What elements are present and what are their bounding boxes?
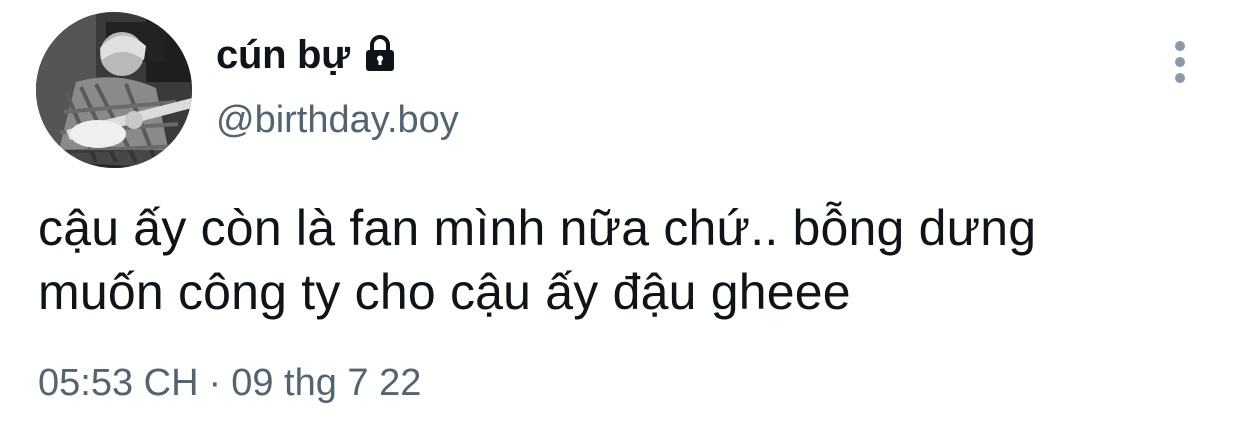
avatar-image bbox=[36, 12, 192, 168]
tweet-timestamp[interactable]: 05:53 CH · 09 thg 7 22 bbox=[38, 358, 421, 408]
tweet-time: 05:53 CH bbox=[38, 362, 199, 404]
tweet-text-line: cậu ấy còn là fan mình nữa chứ.. bỗng dư… bbox=[38, 200, 1037, 256]
tweet-text: cậu ấy còn là fan mình nữa chứ.. bỗng dư… bbox=[38, 196, 1208, 324]
more-vertical-icon bbox=[1175, 41, 1185, 83]
tweet-text-line: muốn công ty cho cậu ấy đậu gheee bbox=[38, 264, 851, 320]
display-name[interactable]: cún bự bbox=[216, 30, 350, 80]
avatar[interactable] bbox=[36, 12, 192, 168]
display-name-row[interactable]: cún bự bbox=[216, 30, 400, 80]
tweet-date: 09 thg 7 22 bbox=[231, 362, 422, 404]
more-options-button[interactable] bbox=[1160, 38, 1200, 86]
meta-separator: · bbox=[208, 362, 222, 404]
tweet: cún bự @birthday.boy cậu ấy còn là fan m… bbox=[0, 0, 1242, 429]
user-handle[interactable]: @birthday.boy bbox=[216, 96, 459, 144]
lock-icon bbox=[360, 33, 400, 73]
